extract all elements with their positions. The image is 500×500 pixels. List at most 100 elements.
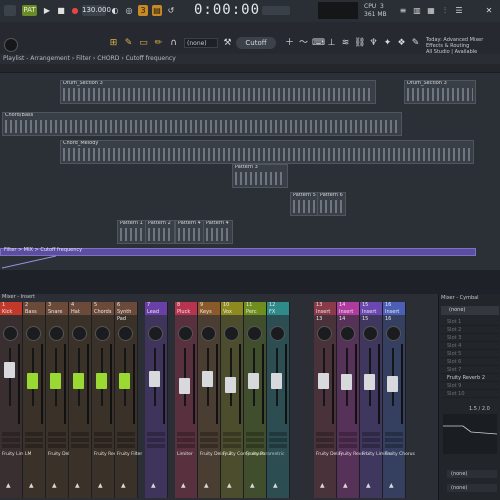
fx-slot[interactable] <box>177 444 195 448</box>
mixer-strip[interactable]: 10 Vox Fruity Compressor ▲ <box>221 302 264 498</box>
playlist-clip[interactable]: Drum_Section 3 <box>60 80 376 104</box>
mixer-strip[interactable]: 16 Insert 16 Fruity Chorus ▲ <box>383 302 415 498</box>
pan-knob[interactable] <box>26 326 41 341</box>
fx-slot[interactable] <box>94 432 112 436</box>
automation-clip[interactable]: Filter > MIX > Cutoff frequency <box>0 247 476 256</box>
volume-fader[interactable] <box>4 362 15 378</box>
mic-icon[interactable]: ♆ <box>368 38 379 49</box>
menu-icon[interactable] <box>4 5 16 16</box>
wait-icon[interactable]: ◎ <box>124 5 134 16</box>
pan-knob[interactable] <box>270 326 285 341</box>
strip-header[interactable]: 8 Pluck <box>175 302 197 315</box>
playlist-clip[interactable]: Pattern 4 <box>175 220 205 244</box>
fx-slot[interactable] <box>117 444 135 448</box>
strip-header[interactable]: 15 Insert 15 <box>360 302 382 322</box>
fx-slot[interactable] <box>362 438 380 442</box>
mixer-strip[interactable]: 3 Snare Fruity Delay ▲ <box>46 302 75 498</box>
sampler-icon[interactable]: ❖ <box>396 38 407 49</box>
volume-fader[interactable] <box>149 370 160 387</box>
mixer-strip[interactable]: 11 Perc Fruity Parametric ▲ <box>244 302 284 498</box>
master-volume[interactable] <box>262 6 290 15</box>
chain-icon[interactable]: ⛓ <box>354 38 365 49</box>
insert-select[interactable]: (none) <box>441 306 499 315</box>
pattern-song-toggle[interactable]: PAT <box>22 5 37 16</box>
fx-slot[interactable] <box>362 444 380 448</box>
pan-knob[interactable] <box>363 326 378 341</box>
fx-slot[interactable] <box>246 438 264 442</box>
fx-slot[interactable] <box>385 432 403 436</box>
route-arrow-icon[interactable]: ▲ <box>121 482 126 489</box>
route-arrow-icon[interactable]: ▲ <box>343 482 348 489</box>
tempo-display[interactable]: 130.000 <box>82 5 111 16</box>
fx-slot[interactable] <box>71 444 89 448</box>
volume-fader[interactable] <box>179 378 190 394</box>
volume-fader[interactable] <box>27 373 38 389</box>
strip-header[interactable]: 9 Keys <box>198 302 220 315</box>
fx-slot[interactable] <box>147 444 165 448</box>
pan-knob[interactable] <box>386 326 401 341</box>
fx-slot[interactable] <box>385 444 403 448</box>
pencil-icon[interactable]: ✏ <box>153 38 164 49</box>
snap-icon[interactable]: ⊞ <box>108 38 119 49</box>
fx-slot[interactable] <box>223 432 241 436</box>
volume-fader[interactable] <box>73 373 84 389</box>
mixer-strip[interactable]: 4 Hat ▲ <box>69 302 92 498</box>
insert-slot[interactable]: Fruity Reverb 2 <box>441 374 499 382</box>
route-arrow-icon[interactable]: ▲ <box>6 482 11 489</box>
pattern-selector[interactable]: Cutoff <box>236 37 276 49</box>
fx-slot[interactable] <box>339 432 357 436</box>
strip-header[interactable]: 1 Kick <box>0 302 22 315</box>
insert-slot[interactable]: Slot 7 <box>441 366 499 374</box>
magnet-icon[interactable]: ∩ <box>168 38 179 49</box>
strip-header[interactable]: 14 Insert 14 <box>337 302 359 322</box>
pan-knob[interactable] <box>224 326 239 341</box>
route-arrow-icon[interactable]: ▲ <box>98 482 103 489</box>
fx-slot[interactable] <box>25 432 43 436</box>
fx-slot[interactable] <box>200 444 218 448</box>
pan-knob[interactable] <box>178 326 193 341</box>
fx-slot[interactable] <box>269 438 287 442</box>
browser-icon[interactable]: ≡ <box>398 5 408 16</box>
insert-slot[interactable]: Slot 2 <box>441 326 499 334</box>
route-arrow-icon[interactable]: ▲ <box>227 482 232 489</box>
channel-rack-icon[interactable]: ▥ <box>412 5 422 16</box>
close-icon[interactable]: ✕ <box>484 5 494 16</box>
insert-slot[interactable]: Slot 5 <box>441 350 499 358</box>
mixer-strip[interactable]: 14 Insert 14 Fruity Reverb ▲ <box>337 302 369 498</box>
paint-icon[interactable]: ▭ <box>138 38 149 49</box>
fader-icon[interactable]: ⊥ <box>326 38 337 49</box>
pan-knob[interactable] <box>49 326 64 341</box>
volume-fader[interactable] <box>225 377 236 393</box>
mixer-strip[interactable]: 1 Kick Fruity Limiter ▲ <box>0 302 32 498</box>
route-arrow-icon[interactable]: ▲ <box>273 482 278 489</box>
wave-icon[interactable]: 〜 <box>298 38 309 49</box>
volume-fader[interactable] <box>119 373 130 389</box>
playlist-clip[interactable]: Chord/Bass <box>2 112 402 136</box>
fx-slot[interactable] <box>25 444 43 448</box>
mixer-strip[interactable]: 5 Chords Fruity Reverb ▲ <box>92 302 124 498</box>
volume-fader[interactable] <box>341 374 352 390</box>
route-arrow-icon[interactable]: ▲ <box>320 482 325 489</box>
route-arrow-icon[interactable]: ▲ <box>181 482 186 489</box>
fx-slot[interactable] <box>147 438 165 442</box>
fx-slot[interactable] <box>223 444 241 448</box>
draw-icon[interactable]: ✎ <box>123 38 134 49</box>
fx-slot[interactable] <box>94 438 112 442</box>
piano-roll-icon[interactable]: ▦ <box>426 5 436 16</box>
insert-slot[interactable]: Slot 9 <box>441 382 499 390</box>
playlist-clip[interactable]: Pattern 6 <box>317 192 346 216</box>
fx-slot[interactable] <box>246 444 264 448</box>
mixer-strip[interactable]: 7 Lead ▲ <box>145 302 168 498</box>
fx-slot[interactable] <box>177 438 195 442</box>
route-arrow-icon[interactable]: ▲ <box>75 482 80 489</box>
fx-slot[interactable] <box>117 438 135 442</box>
script-icon[interactable]: ✦ <box>382 38 393 49</box>
pan-knob[interactable] <box>118 326 133 341</box>
countdown-icon[interactable]: 3 <box>138 5 148 16</box>
playlist-clip[interactable]: Pattern 3 <box>232 164 288 188</box>
strip-header[interactable]: 4 Hat <box>69 302 91 315</box>
strip-header[interactable]: 12 FX <box>267 302 289 315</box>
mixer-strip[interactable]: 15 Insert 15 Fruity Limiter ▲ <box>360 302 392 498</box>
fx-slot[interactable] <box>385 438 403 442</box>
mixer-strip[interactable]: 9 Keys Fruity Delay 3 ▲ <box>198 302 231 498</box>
